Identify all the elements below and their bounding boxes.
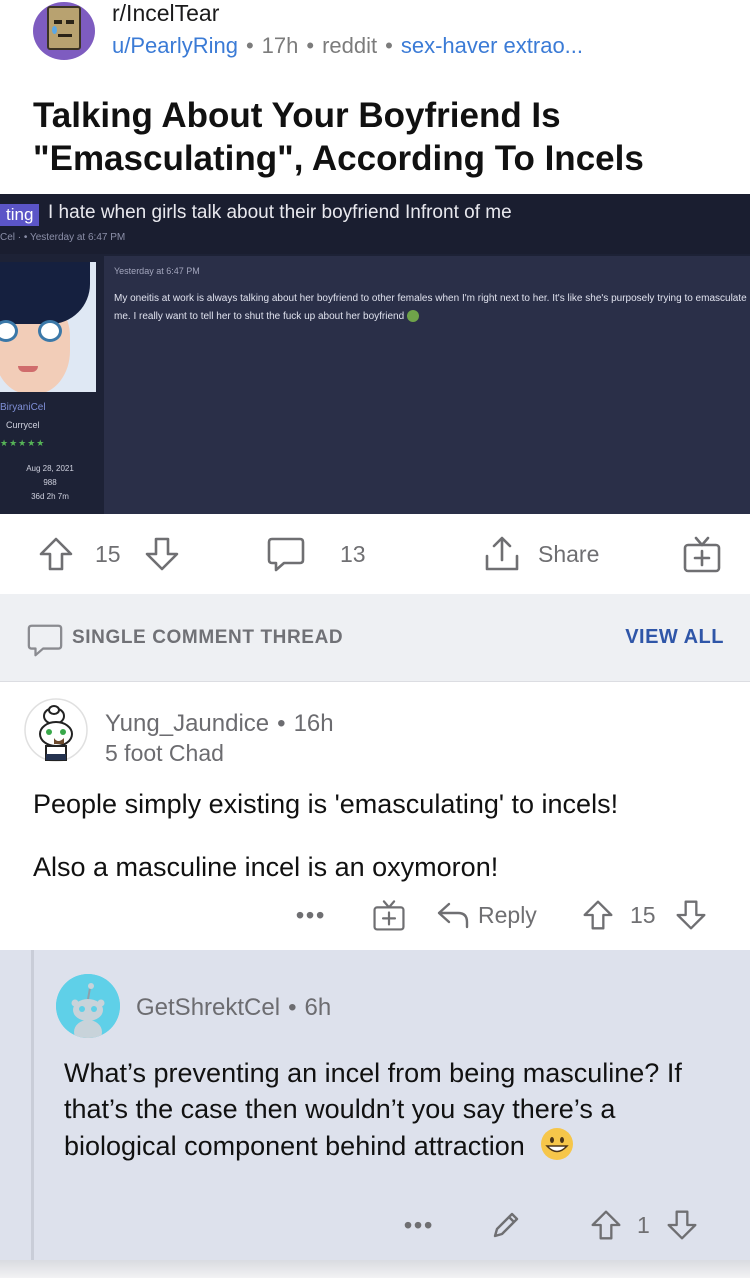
post-actions: 15 13 Share: [0, 514, 750, 594]
comment-reply: GetShrektCel • 6h What’s preventing an inc…: [0, 950, 750, 1260]
embed-thread-subline: Cel · • Yesterday at 6:47 PM: [0, 232, 126, 243]
downvote-button[interactable]: [675, 898, 707, 932]
upvote-button[interactable]: [582, 898, 614, 932]
upvote-button[interactable]: [590, 1208, 622, 1242]
more-options-button[interactable]: •••: [404, 1208, 434, 1242]
award-button[interactable]: [372, 898, 406, 932]
embed-rank: Currycel: [6, 420, 40, 430]
post-image[interactable]: ting I hate when girls talk about their …: [0, 194, 750, 514]
comment-author[interactable]: GetShrektCel: [136, 994, 280, 1021]
downvote-icon: [145, 537, 179, 571]
comment: Yung_Jaundice • 16h 5 foot Chad People sim…: [0, 682, 750, 950]
post-header: r/IncelTear u/PearlyRing • 17h • reddit • sex-…: [0, 0, 750, 70]
downvote-button[interactable]: [144, 536, 180, 572]
user-avatar[interactable]: [24, 698, 88, 762]
gift-icon: [683, 536, 721, 573]
comment-count: 13: [340, 540, 366, 567]
post-source: reddit: [322, 33, 378, 58]
downvote-icon: [676, 900, 706, 930]
downvote-button[interactable]: [666, 1208, 698, 1242]
post-age: 17h: [261, 33, 299, 58]
comment-body: What’s preventing an incel from being ma…: [64, 1058, 682, 1161]
embed-stars: ★★★★★: [0, 438, 46, 448]
bottom-edge: [0, 1260, 750, 1278]
embed-message-time: Yesterday at 6:47 PM: [114, 266, 200, 276]
user-flair[interactable]: sex-haver extrao...: [401, 33, 583, 58]
grinning-emoji-icon: [541, 1128, 574, 1160]
comment-body: People simply existing is 'emasculating'…: [33, 789, 619, 819]
post-meta: u/PearlyRing • 17h • reddit • sex-haver extrao…: [112, 33, 584, 58]
award-button[interactable]: [682, 536, 722, 573]
thread-label: SINGLE COMMENT THREAD: [72, 627, 344, 648]
comment-icon: [267, 537, 305, 572]
user-avatar[interactable]: [56, 974, 120, 1038]
embed-posts: 988: [43, 478, 57, 487]
comment-score: 1: [637, 1211, 650, 1238]
downvote-icon: [667, 1210, 697, 1240]
post-title[interactable]: Talking About Your Boyfriend Is "Emascul…: [33, 94, 723, 180]
share-button[interactable]: Share: [482, 536, 599, 572]
subreddit-name[interactable]: r/IncelTear: [112, 0, 219, 27]
embed-user-avatar: [0, 262, 96, 392]
more-options-button[interactable]: •••: [296, 898, 326, 932]
paper-bag-icon: [47, 6, 81, 50]
comment-age: 6h: [304, 994, 332, 1021]
upvote-icon: [591, 1210, 621, 1240]
upvote-icon: [39, 537, 73, 571]
embed-thread-title: I hate when girls talk about their boyfr…: [48, 202, 512, 223]
post-author[interactable]: u/PearlyRing: [112, 33, 238, 58]
embed-joined: Aug 28, 2021: [26, 464, 74, 473]
emoji-icon: [407, 310, 420, 323]
single-comment-thread-bar: SINGLE COMMENT THREAD VIEW ALL: [0, 594, 750, 682]
reply-label: Reply: [478, 901, 537, 928]
share-icon: [485, 536, 519, 571]
subreddit-avatar[interactable]: [33, 2, 95, 60]
comment-body: Also a masculine incel is an oxymoron!: [33, 852, 499, 882]
comment-author[interactable]: Yung_Jaundice: [105, 710, 269, 737]
comment-meta: GetShrektCel • 6h: [136, 994, 332, 1021]
embed-duration: 36d 2h 7m: [31, 492, 69, 501]
reply-icon: [437, 902, 469, 929]
pencil-icon: [493, 1212, 519, 1238]
comment-age: 16h: [293, 710, 334, 737]
embed-author: BiryaniCel: [0, 402, 46, 413]
gift-icon: [373, 900, 405, 931]
comment-meta: Yung_Jaundice • 16h: [105, 710, 334, 737]
comment-icon: [27, 624, 63, 657]
post-score: 15: [95, 540, 121, 567]
edit-button[interactable]: [490, 1208, 522, 1242]
comment-score: 15: [630, 901, 656, 928]
embed-message-body: My oneitis at work is always talking abo…: [114, 293, 747, 323]
thread-line[interactable]: [31, 950, 34, 1260]
comments-button[interactable]: [266, 536, 306, 572]
share-label: Share: [538, 540, 600, 567]
upvote-button[interactable]: [38, 536, 74, 572]
upvote-icon: [583, 900, 613, 930]
view-all-button[interactable]: VIEW ALL: [625, 626, 724, 649]
user-flair: 5 foot Chad: [105, 740, 224, 766]
reply-button[interactable]: Reply: [436, 898, 537, 932]
embed-prefix-tag: ting: [0, 204, 40, 226]
